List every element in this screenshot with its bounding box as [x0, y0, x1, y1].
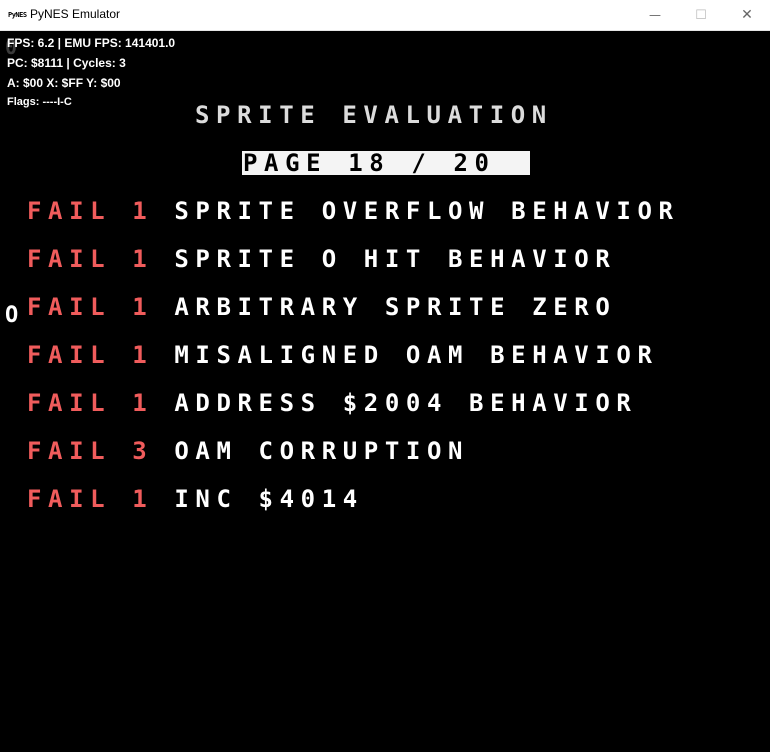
result-status: FAIL 1 [27, 389, 154, 417]
selection-cursor: O [5, 303, 19, 328]
minimize-icon: — [649, 8, 661, 22]
result-status: FAIL 1 [27, 245, 154, 273]
emulator-screen[interactable]: 0 FPS: 6.2 | EMU FPS: 141401.0 PC: $8111… [1, 31, 769, 751]
result-status: FAIL 1 [27, 485, 154, 513]
result-test-name: OAM CORRUPTION [174, 437, 470, 465]
result-test-name: SPRITE OVERFLOW BEHAVIOR [174, 197, 680, 225]
minimize-button[interactable]: — [632, 0, 678, 30]
result-row: FAIL 1 INC $4014 [27, 487, 364, 511]
screen-heading: SPRITE EVALUATION [195, 101, 553, 129]
page-indicator: PAGE 18 / 20 [243, 149, 496, 177]
window-title: PyNES Emulator [30, 7, 121, 21]
close-icon: ✕ [741, 7, 753, 23]
title-bar[interactable]: PyNES PyNES Emulator — ☐ ✕ [0, 0, 770, 31]
result-test-name: ARBITRARY SPRITE ZERO [174, 293, 617, 321]
app-logo-icon: PyNES [8, 11, 27, 19]
result-test-name: INC $4014 [174, 485, 364, 513]
result-row: FAIL 1 SPRITE OVERFLOW BEHAVIOR [27, 199, 680, 223]
hud-registers: A: $00 X: $FF Y: $00 [7, 76, 121, 90]
maximize-button[interactable]: ☐ [678, 0, 724, 30]
result-row: FAIL 1 ARBITRARY SPRITE ZERO [27, 295, 616, 319]
result-test-name: ADDRESS $2004 BEHAVIOR [174, 389, 638, 417]
result-test-name: MISALIGNED OAM BEHAVIOR [174, 341, 659, 369]
hud-pc-cycles: PC: $8111 | Cycles: 3 [7, 56, 126, 70]
result-row: FAIL 1 SPRITE O HIT BEHAVIOR [27, 247, 616, 271]
result-status: FAIL 3 [27, 437, 154, 465]
result-status: FAIL 1 [27, 293, 154, 321]
result-row: FAIL 3 OAM CORRUPTION [27, 439, 469, 463]
result-status: FAIL 1 [27, 341, 154, 369]
result-row: FAIL 1 ADDRESS $2004 BEHAVIOR [27, 391, 637, 415]
hud-fps: FPS: 6.2 | EMU FPS: 141401.0 [7, 36, 176, 50]
close-button[interactable]: ✕ [724, 0, 770, 30]
result-test-name: SPRITE O HIT BEHAVIOR [174, 245, 617, 273]
result-row: FAIL 1 MISALIGNED OAM BEHAVIOR [27, 343, 659, 367]
result-status: FAIL 1 [27, 197, 154, 225]
maximize-icon: ☐ [695, 7, 707, 23]
hud-flags: Flags: ----I-C [7, 96, 72, 108]
